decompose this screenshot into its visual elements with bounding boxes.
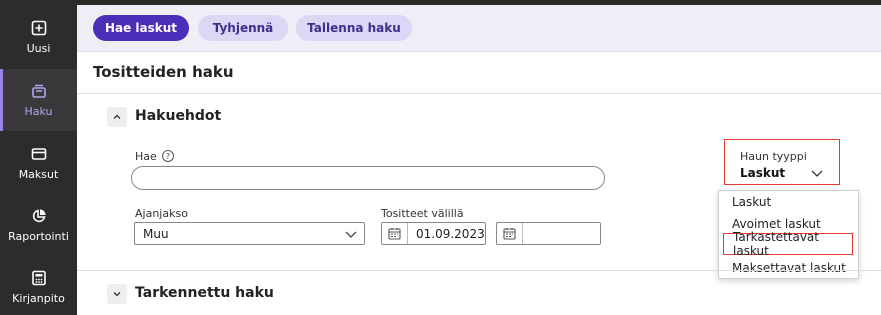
help-icon[interactable]: ?	[162, 150, 174, 162]
advanced-section-title: Tarkennettu haku	[135, 285, 274, 301]
date-from-field[interactable]: 01.09.2023	[381, 222, 486, 245]
sidebar-item-raportointi[interactable]: Raportointi	[0, 194, 77, 256]
inbox-search-icon	[29, 81, 49, 101]
calculator-icon	[29, 268, 49, 288]
pie-chart-icon	[29, 206, 49, 226]
date-range-label: Tositteet välillä	[381, 207, 464, 220]
search-type-value: Laskut	[740, 166, 786, 180]
chevron-down-icon	[345, 231, 357, 238]
card-icon	[29, 144, 49, 164]
divider	[77, 270, 881, 271]
sidebar-item-label: Maksut	[18, 168, 59, 181]
calendar-icon[interactable]	[382, 223, 408, 244]
date-from-value: 01.09.2023	[416, 227, 485, 241]
search-type-select[interactable]: Haun tyyppi Laskut	[724, 139, 840, 185]
calendar-icon[interactable]	[497, 223, 523, 244]
sidebar-item-kirjanpito[interactable]: Kirjanpito	[0, 256, 77, 315]
search-type-dropdown: Laskut Avoimet laskut Tarkastettavat las…	[718, 190, 859, 279]
search-label: Hae	[135, 150, 157, 163]
search-invoices-button[interactable]: Hae laskut	[93, 15, 189, 41]
period-label: Ajanjakso	[135, 207, 188, 220]
dropdown-option-laskut[interactable]: Laskut	[719, 191, 858, 213]
sidebar-item-label: Haku	[24, 105, 53, 118]
top-bar	[77, 0, 881, 5]
plus-square-icon	[29, 18, 49, 38]
page-title: Tositteiden haku	[93, 63, 234, 81]
clear-button[interactable]: Tyhjennä	[198, 15, 288, 41]
sidebar-item-haku[interactable]: Haku	[0, 69, 77, 131]
chevron-down-icon	[113, 292, 121, 297]
search-type-label: Haun tyyppi	[740, 150, 807, 163]
criteria-section-title: Hakuehdot	[135, 108, 222, 124]
save-search-button[interactable]: Tallenna haku	[296, 15, 412, 41]
chevron-up-icon	[113, 114, 121, 119]
search-input[interactable]	[131, 166, 605, 190]
date-to-field[interactable]	[496, 222, 601, 245]
sidebar-item-uusi[interactable]: Uusi	[0, 6, 77, 68]
sidebar-item-label: Kirjanpito	[12, 292, 65, 305]
divider	[77, 93, 881, 94]
sidebar-item-label: Raportointi	[8, 230, 69, 243]
dropdown-option-maksettavat-laskut[interactable]: Maksettavat laskut	[719, 257, 858, 279]
sidebar-item-label: Uusi	[26, 42, 51, 55]
collapse-criteria-button[interactable]	[107, 107, 127, 127]
sidebar-item-maksut[interactable]: Maksut	[0, 132, 77, 194]
sidebar: Uusi Haku Maksut Raportointi Kirjanpito	[0, 0, 77, 315]
chevron-down-icon	[811, 170, 823, 177]
expand-advanced-button[interactable]	[107, 284, 127, 304]
period-select-value: Muu	[143, 226, 169, 241]
period-select[interactable]: Muu	[134, 222, 365, 245]
dropdown-option-tarkastettavat-laskut[interactable]: Tarkastettavat laskut	[723, 230, 853, 258]
